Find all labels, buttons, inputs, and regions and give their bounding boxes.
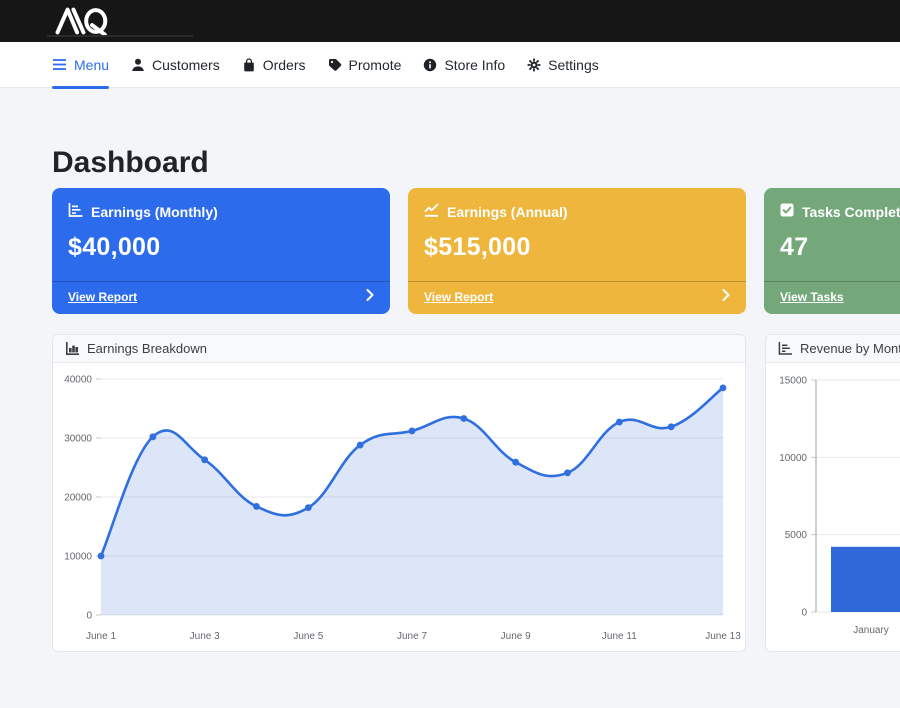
line-chart-icon [424, 203, 439, 220]
nav-item-label: Promote [349, 57, 402, 73]
stat-card-earnings-monthly: Earnings (Monthly) $40,000 View Report [52, 188, 390, 314]
main-content: Dashboard Earnings (Monthly) $40,000 Vie… [0, 146, 900, 652]
nav-item-customers[interactable]: Customers [131, 42, 220, 87]
earnings-line-chart: 0 10000 20000 30000 40000 June 1 June 3 June 5 J… [53, 363, 745, 652]
page-title: Dashboard [52, 146, 900, 180]
person-icon [131, 58, 145, 72]
nav-item-label: Customers [152, 57, 220, 73]
nav-item-store-info[interactable]: Store Info [423, 42, 505, 87]
logo-divider [47, 35, 193, 37]
stat-card-value: $515,000 [424, 233, 730, 262]
nav-item-label: Store Info [444, 57, 505, 73]
app-header [0, 0, 900, 42]
stat-card-earnings-annual: Earnings (Annual) $515,000 View Report [408, 188, 746, 314]
horizontal-bar-chart-icon [68, 203, 83, 220]
stat-card-value: $40,000 [68, 233, 374, 262]
logo[interactable] [40, 6, 126, 36]
chart-title: Earnings Breakdown [87, 341, 207, 356]
svg-text:30000: 30000 [64, 434, 92, 445]
nav-item-label: Menu [74, 57, 109, 73]
charts-row: Earnings Breakdown 0 10000 20000 30000 40000… [52, 334, 900, 652]
svg-text:20000: 20000 [64, 493, 92, 504]
tag-icon [328, 58, 342, 72]
bar-chart-icon [778, 342, 792, 355]
stat-card-tasks-completed: Tasks Completed 47 View Tasks [764, 188, 900, 314]
stat-card-title: Earnings (Monthly) [91, 204, 218, 220]
svg-text:15000: 15000 [779, 376, 807, 387]
gear-icon [527, 58, 541, 72]
svg-text:5000: 5000 [785, 530, 808, 541]
view-report-link[interactable]: View Report [68, 290, 137, 304]
stat-card-value: 47 [780, 233, 900, 262]
stat-card-title: Earnings (Annual) [447, 204, 568, 220]
nav-item-label: Settings [548, 57, 599, 73]
svg-text:January: January [853, 625, 889, 636]
svg-text:0: 0 [86, 611, 92, 622]
chevron-right-icon [366, 288, 374, 306]
svg-text:40000: 40000 [64, 375, 92, 386]
stat-card-footer: View Tasks [764, 281, 900, 314]
nav-item-orders[interactable]: Orders [242, 42, 306, 87]
svg-text:June 1: June 1 [86, 631, 116, 642]
revenue-by-month-card: Revenue by Month 0 5000 10000 15000 January [765, 334, 900, 652]
svg-text:10000: 10000 [64, 552, 92, 563]
svg-text:June 7: June 7 [397, 631, 427, 642]
revenue-bar-chart: 0 5000 10000 15000 January [766, 363, 900, 652]
chart-title: Revenue by Month [800, 341, 900, 356]
view-tasks-link[interactable]: View Tasks [780, 290, 844, 304]
earnings-breakdown-card: Earnings Breakdown 0 10000 20000 30000 40000… [52, 334, 746, 652]
info-circle-icon [423, 58, 437, 72]
bar-chart-icon [65, 342, 79, 355]
nav-item-promote[interactable]: Promote [328, 42, 402, 87]
svg-text:June 13: June 13 [705, 631, 741, 642]
svg-text:10000: 10000 [779, 453, 807, 464]
main-nav: Menu Customers Orders Promote Store Info [0, 42, 900, 88]
stat-cards-row: Earnings (Monthly) $40,000 View Report E… [52, 188, 900, 314]
view-report-link[interactable]: View Report [424, 290, 493, 304]
chart-card-header: Earnings Breakdown [53, 335, 745, 363]
hamburger-icon [52, 58, 67, 71]
svg-text:June 9: June 9 [501, 631, 531, 642]
shopping-bag-icon [242, 58, 256, 72]
stat-card-footer: View Report [408, 281, 746, 314]
stat-card-title: Tasks Completed [802, 204, 900, 220]
svg-text:June 11: June 11 [602, 631, 637, 642]
svg-text:June 3: June 3 [190, 631, 220, 642]
svg-text:0: 0 [801, 608, 807, 619]
nav-item-menu[interactable]: Menu [52, 42, 109, 87]
svg-text:June 5: June 5 [293, 631, 323, 642]
chart-card-header: Revenue by Month [766, 335, 900, 363]
check-square-icon [780, 203, 794, 220]
nav-item-settings[interactable]: Settings [527, 42, 599, 87]
nav-item-label: Orders [263, 57, 306, 73]
stat-card-footer: View Report [52, 281, 390, 314]
chevron-right-icon [722, 288, 730, 306]
